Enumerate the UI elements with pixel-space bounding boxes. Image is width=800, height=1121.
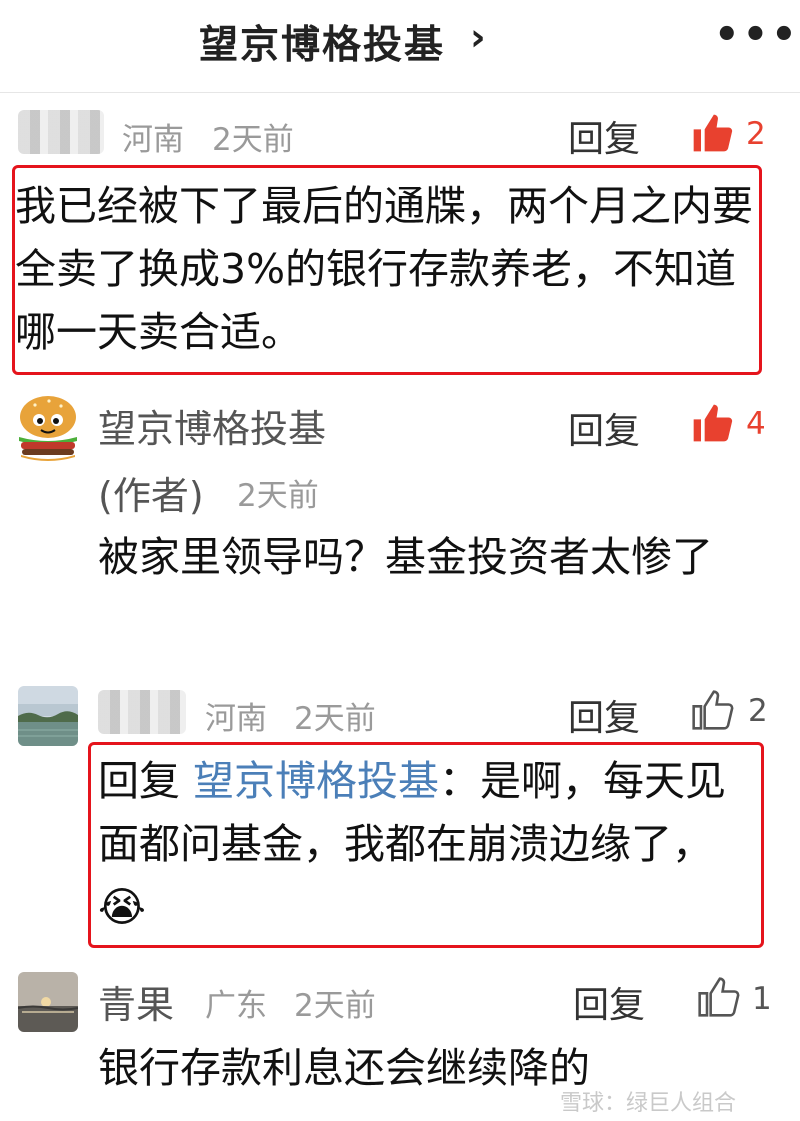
- comment-location: 广东: [205, 988, 267, 1024]
- chevron-right-icon[interactable]: ›: [470, 15, 486, 59]
- comment-text: 我已经被下了最后的通牒，两个月之内要全卖了换成3%的银行存款养老，不知道哪一天卖…: [15, 182, 753, 356]
- more-options-button[interactable]: •••: [714, 12, 800, 58]
- author-name[interactable]: 望京博格投基: [98, 398, 326, 453]
- like-count: 2: [746, 116, 766, 152]
- comment-time: 2天前: [237, 478, 319, 514]
- burger-avatar[interactable]: [15, 393, 81, 463]
- reply-button[interactable]: 回复: [568, 110, 640, 162]
- comment-time: 2天前: [294, 701, 376, 737]
- comment-text: 被家里领导吗？基金投资者太惨了: [98, 533, 713, 581]
- like-count: 1: [752, 981, 772, 1017]
- author-name[interactable]: 青果: [98, 974, 174, 1029]
- thumbs-up-filled-icon[interactable]: [690, 111, 734, 155]
- watermark: 雪球：绿巨人组合: [560, 1091, 737, 1116]
- comment-time: 2天前: [212, 122, 294, 158]
- page-title[interactable]: 望京博格投基: [199, 14, 445, 70]
- comment-location: 河南: [205, 701, 267, 737]
- reply-button[interactable]: 回复: [568, 402, 640, 454]
- blurred-username: [18, 110, 104, 154]
- comment-location: 河南: [122, 122, 184, 158]
- author-tag: (作者): [98, 474, 204, 518]
- reply-prefix: 回复: [98, 757, 180, 805]
- crying-face-icon: 😭: [98, 883, 146, 931]
- lake-avatar[interactable]: [18, 686, 78, 746]
- like-count: 2: [748, 693, 768, 729]
- comment-text: 回复 望京博格投基：是啊，每天见面都问基金，我都在崩溃边缘了， 😭: [98, 750, 758, 939]
- top-bar: 望京博格投基 › •••: [0, 0, 800, 93]
- thumbs-up-filled-icon[interactable]: [690, 401, 734, 445]
- mention-link[interactable]: 望京博格投基: [193, 757, 439, 805]
- like-count: 4: [746, 406, 766, 442]
- reply-button[interactable]: 回复: [573, 976, 645, 1028]
- blurred-username: [98, 690, 186, 734]
- thumbs-up-outline-icon[interactable]: [690, 688, 734, 732]
- thumbs-up-outline-icon[interactable]: [696, 975, 740, 1019]
- comment-time: 2天前: [294, 988, 376, 1024]
- reply-button[interactable]: 回复: [568, 689, 640, 741]
- sunset-avatar[interactable]: [18, 972, 78, 1032]
